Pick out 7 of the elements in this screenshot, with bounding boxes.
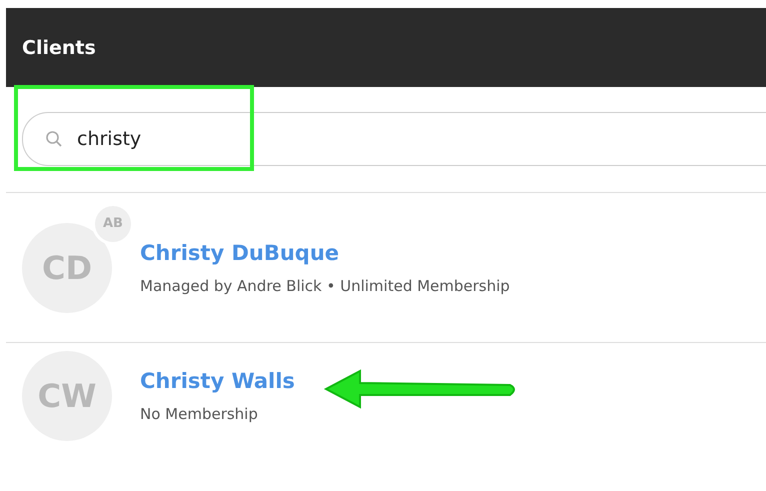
search-icon xyxy=(45,130,63,148)
client-detail: No Membership xyxy=(140,405,259,423)
client-name-link[interactable]: Christy DuBuque xyxy=(140,240,510,264)
page-title: Clients xyxy=(22,36,96,58)
client-detail: Managed by Andre Blick • Unlimited Membership xyxy=(140,276,510,294)
client-name-link[interactable]: Christy Walls xyxy=(140,369,295,393)
search-field[interactable]: christy xyxy=(22,112,766,166)
